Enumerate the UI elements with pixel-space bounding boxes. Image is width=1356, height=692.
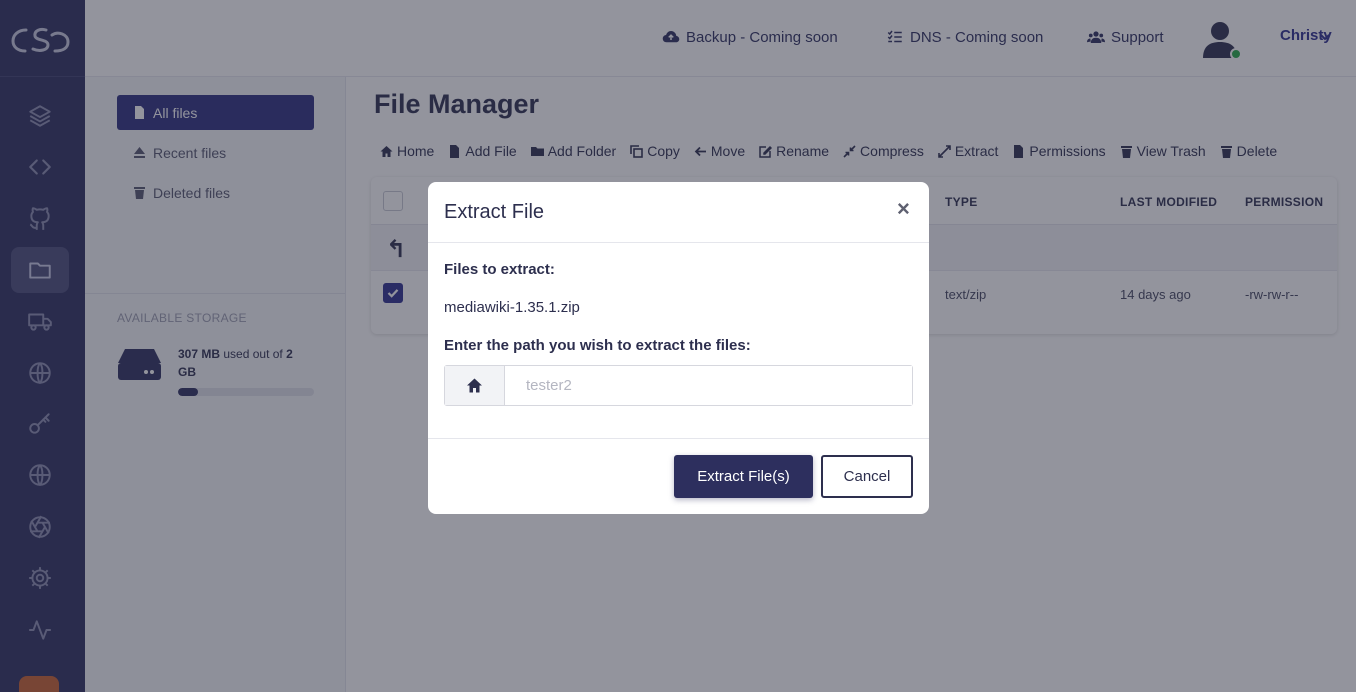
modal-footer-divider: [428, 438, 929, 439]
extract-path-label: Enter the path you wish to extract the f…: [444, 337, 751, 354]
selected-file-name: mediawiki-1.35.1.zip: [444, 299, 580, 316]
close-icon[interactable]: ×: [897, 196, 910, 222]
extract-files-button[interactable]: Extract File(s): [674, 455, 813, 498]
files-to-extract-label: Files to extract:: [444, 261, 555, 278]
modal-header-divider: [428, 242, 929, 243]
extract-path-input[interactable]: [505, 366, 912, 405]
extract-file-modal: Extract File × Files to extract: mediawi…: [428, 182, 929, 514]
modal-title: Extract File: [444, 201, 545, 223]
cancel-button[interactable]: Cancel: [821, 455, 913, 498]
home-icon: [467, 378, 482, 393]
path-addon: [445, 366, 505, 405]
extract-path-group: [444, 365, 913, 406]
